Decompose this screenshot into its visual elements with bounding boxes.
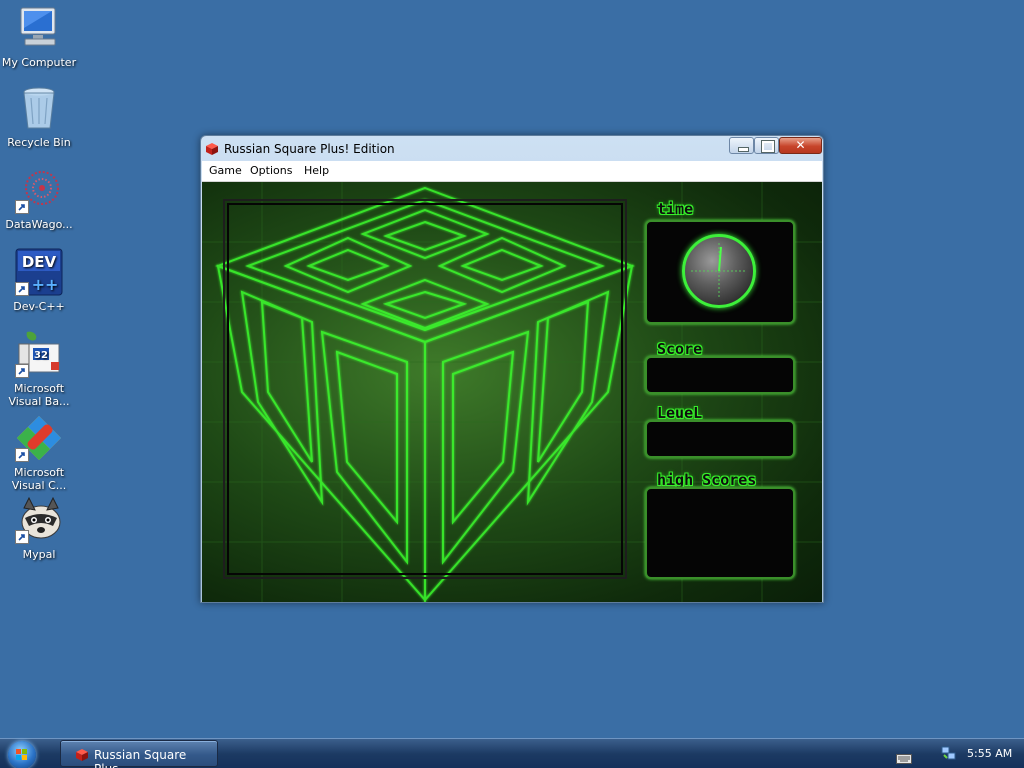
desktop-icon-recycle-bin[interactable]: Recycle Bin: [0, 84, 78, 149]
network-icon[interactable]: [940, 745, 956, 761]
time-label: time: [657, 200, 694, 218]
computer-icon: [15, 4, 63, 52]
taskbar-clock[interactable]: 5:55 AM: [967, 747, 1012, 760]
svg-text:++: ++: [32, 275, 59, 294]
desktop-icon-visual-cpp[interactable]: Microsoft Visual C...: [0, 414, 78, 492]
app-window[interactable]: Russian Square Plus! Edition ✕ Game Opti…: [200, 135, 824, 603]
shortcut-arrow-icon: [15, 448, 29, 462]
desktop-icon-label: DataWago...: [5, 218, 73, 231]
desktop-icon-label: Microsoft Visual C...: [11, 466, 67, 492]
minimize-button[interactable]: [729, 137, 754, 154]
start-button[interactable]: [8, 741, 36, 768]
visual-cpp-icon: [15, 414, 63, 462]
window-title: Russian Square Plus! Edition: [224, 142, 395, 156]
high-scores-panel: [645, 487, 795, 579]
mypal-icon: [15, 496, 63, 544]
menu-options[interactable]: Options: [250, 164, 292, 177]
level-panel: [645, 420, 795, 458]
desktop-icon-label: Recycle Bin: [7, 136, 71, 149]
score-panel: [645, 356, 795, 394]
desktop-icon-datawagon[interactable]: DataWago...: [0, 166, 78, 231]
svg-text:DEV: DEV: [22, 253, 57, 271]
shortcut-arrow-icon: [15, 200, 29, 214]
shortcut-arrow-icon: [15, 282, 29, 296]
taskbar: Russian Square Plus... 5:55 AM: [0, 738, 1024, 768]
windows-logo-icon: [16, 749, 27, 760]
close-icon: ✕: [795, 138, 806, 152]
taskbar-button-russian-square[interactable]: Russian Square Plus...: [60, 740, 218, 768]
shortcut-arrow-icon: [15, 530, 29, 544]
close-button[interactable]: ✕: [779, 137, 822, 154]
keyboard-icon[interactable]: [896, 749, 912, 764]
desktop-icon-mypal[interactable]: Mypal: [0, 496, 78, 561]
desktop-icon-dev-cpp[interactable]: DEV ++ Dev-C++: [0, 248, 78, 313]
time-panel: [645, 220, 795, 324]
menu-game[interactable]: Game: [209, 164, 242, 177]
shortcut-arrow-icon: [15, 364, 29, 378]
desktop-icon-label: My Computer: [1, 56, 77, 69]
svg-text:32: 32: [34, 350, 48, 361]
app-cube-icon: [205, 141, 219, 155]
clock-icon: [682, 234, 756, 308]
game-board[interactable]: [223, 199, 627, 579]
desktop-icon-label: Dev-C++: [13, 300, 65, 313]
dev-cpp-icon: DEV ++: [15, 248, 63, 296]
maximize-icon: [761, 140, 775, 153]
datawagon-icon: [15, 166, 63, 214]
visual-basic-icon: 32: [15, 330, 63, 378]
recycle-bin-icon: [15, 84, 63, 132]
desktop-icon-label: Microsoft Visual Ba...: [8, 382, 70, 408]
desktop-icon-my-computer[interactable]: My Computer: [0, 4, 78, 69]
maximize-button[interactable]: [754, 137, 779, 154]
desktop-icon-label: Mypal: [22, 548, 56, 561]
taskbar-button-label: Russian Square Plus...: [94, 748, 187, 768]
menu-bar: Game Options Help: [202, 161, 822, 182]
game-area: time Score LeueL high Scores: [202, 182, 822, 602]
window-titlebar[interactable]: Russian Square Plus! Edition ✕: [201, 136, 823, 161]
minimize-icon: [738, 147, 749, 152]
menu-help[interactable]: Help: [304, 164, 329, 177]
desktop-icon-visual-basic[interactable]: 32 Microsoft Visual Ba...: [0, 330, 78, 408]
app-cube-icon: [75, 747, 89, 761]
